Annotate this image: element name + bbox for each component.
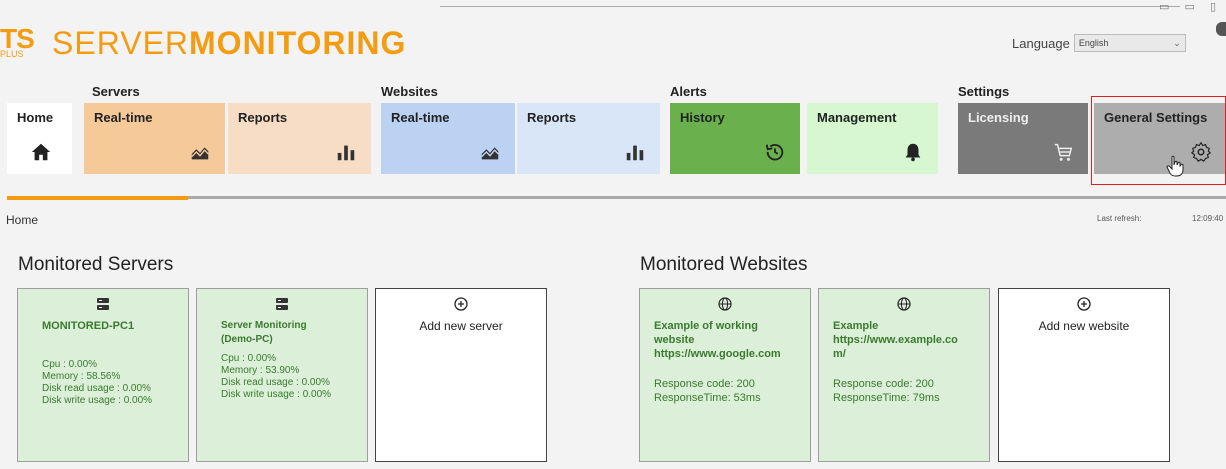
group-label-alerts: Alerts [670,84,707,99]
tile-management[interactable]: Management [807,103,938,174]
website-name-line1: Example [833,320,879,332]
language-label: Language [1012,35,1070,51]
tile-servers-realtime[interactable]: Real-time [84,103,225,174]
section-title-servers: Monitored Servers [18,254,174,275]
tab-underline-active [7,196,188,200]
server-name: MONITORED-PC1 [42,320,135,332]
website-card[interactable]: Example https://www.example.co m/ Respon… [818,288,990,462]
website-card[interactable]: Example of working website https://www.g… [639,288,811,462]
tile-websites-realtime-label: Real-time [391,110,450,125]
bar-chart-icon [337,145,355,161]
website-response-time: ResponseTime: 53ms [654,392,761,404]
logo-ts: TS PLUS [0,22,35,59]
language-dropdown[interactable]: English ⌄ [1073,34,1186,52]
logo-monitoring: MONITORING [189,25,407,61]
tile-licensing-label: Licensing [968,110,1029,125]
add-website-card[interactable]: Add new website [998,288,1170,462]
server-cpu: Cpu : 0.00% [221,353,277,364]
tile-websites-reports-label: Reports [527,110,577,125]
tile-websites-reports[interactable]: Reports [517,103,660,174]
tab-underline-track [188,196,1226,199]
group-label-settings: Settings [958,84,1010,99]
website-name: Example https://www.example.co m/ [833,319,979,361]
section-title-websites: Monitored Websites [640,254,808,275]
add-circle-icon [454,297,468,311]
tile-history[interactable]: History [670,103,800,174]
globe-icon [718,297,732,311]
server-disk-read: Disk read usage : 0.00% [221,377,330,388]
logo-server: SERVER [52,25,190,61]
server-card[interactable]: MONITORED-PC1 Cpu : 0.00% Memory : 58.56… [17,288,189,462]
add-server-card[interactable]: Add new server [375,288,547,462]
website-url: https://www.example.co [833,334,958,346]
tile-servers-reports[interactable]: Reports [228,103,371,174]
website-url: https://www.google.com [654,348,781,360]
tile-management-label: Management [817,110,897,125]
server-icon [276,298,288,310]
app-logo: TS PLUS SERVER MONITORING [0,22,407,61]
app-window: ▭ ▭ ▯ TS PLUS SERVER MONITORING Language… [0,0,1226,469]
website-stats: Response code: 200 ResponseTime: 79ms [833,377,979,405]
server-stats: Cpu : 0.00% Memory : 58.56% Disk read us… [42,359,178,407]
server-disk-read: Disk read usage : 0.00% [42,383,151,394]
server-stats: Cpu : 0.00% Memory : 53.90% Disk read us… [221,353,357,401]
globe-icon [897,297,911,311]
bell-icon [905,143,921,162]
area-chart-icon [191,147,209,160]
website-response-code: Response code: 200 [833,378,934,390]
group-label-servers: Servers [92,84,140,99]
area-chart-icon [481,147,499,160]
tile-servers-realtime-label: Real-time [94,110,153,125]
add-website-label: Add new website [1038,319,1130,333]
website-name: Example of working website https://www.g… [654,319,800,361]
tile-servers-reports-label: Reports [238,110,288,125]
window-top-border [440,6,1180,7]
tile-licensing[interactable]: Licensing [958,103,1088,174]
server-icon [97,298,109,310]
website-response-code: Response code: 200 [654,378,755,390]
window-controls[interactable]: ▭ ▭ ▯ [1159,0,1222,13]
server-disk-write: Disk write usage : 0.00% [42,395,153,406]
last-refresh-label: Last refresh: [1097,214,1142,223]
server-memory: Memory : 58.56% [42,371,121,382]
bar-chart-icon [626,145,644,161]
tile-websites-realtime[interactable]: Real-time [381,103,515,174]
server-name-line1: Server Monitoring [221,320,307,331]
server-memory: Memory : 53.90% [221,365,300,376]
website-stats: Response code: 200 ResponseTime: 53ms [654,377,800,405]
server-card[interactable]: Server Monitoring (Demo-PC) Cpu : 0.00% … [196,288,368,462]
cart-icon [1054,143,1073,161]
breadcrumb: Home [6,213,39,227]
group-label-websites: Websites [381,84,438,99]
add-server-label: Add new server [419,319,503,333]
website-url-cont: m/ [833,348,846,360]
user-avatar[interactable] [1216,22,1226,36]
tile-history-label: History [680,110,725,125]
selection-highlight [1091,96,1226,185]
tile-home-label: Home [17,110,54,125]
last-refresh-time: 12:09:40 [1192,214,1224,223]
server-name-line2: (Demo-PC) [221,334,273,345]
website-name-line1: Example of working [654,320,758,332]
website-response-time: ResponseTime: 79ms [833,392,940,404]
add-circle-icon [1077,297,1091,311]
history-icon [765,143,784,161]
home-icon [31,143,51,161]
language-selected: English [1078,38,1109,48]
tile-home[interactable]: Home [7,103,72,174]
server-name: Server Monitoring (Demo-PC) [221,319,357,347]
hand-cursor-icon [1166,155,1184,177]
website-name-line2: website [654,334,695,346]
language-selector: Language English ⌄ [1012,34,1186,52]
chevron-down-icon: ⌄ [1173,37,1181,48]
server-cpu: Cpu : 0.00% [42,359,98,370]
server-disk-write: Disk write usage : 0.00% [221,389,332,400]
